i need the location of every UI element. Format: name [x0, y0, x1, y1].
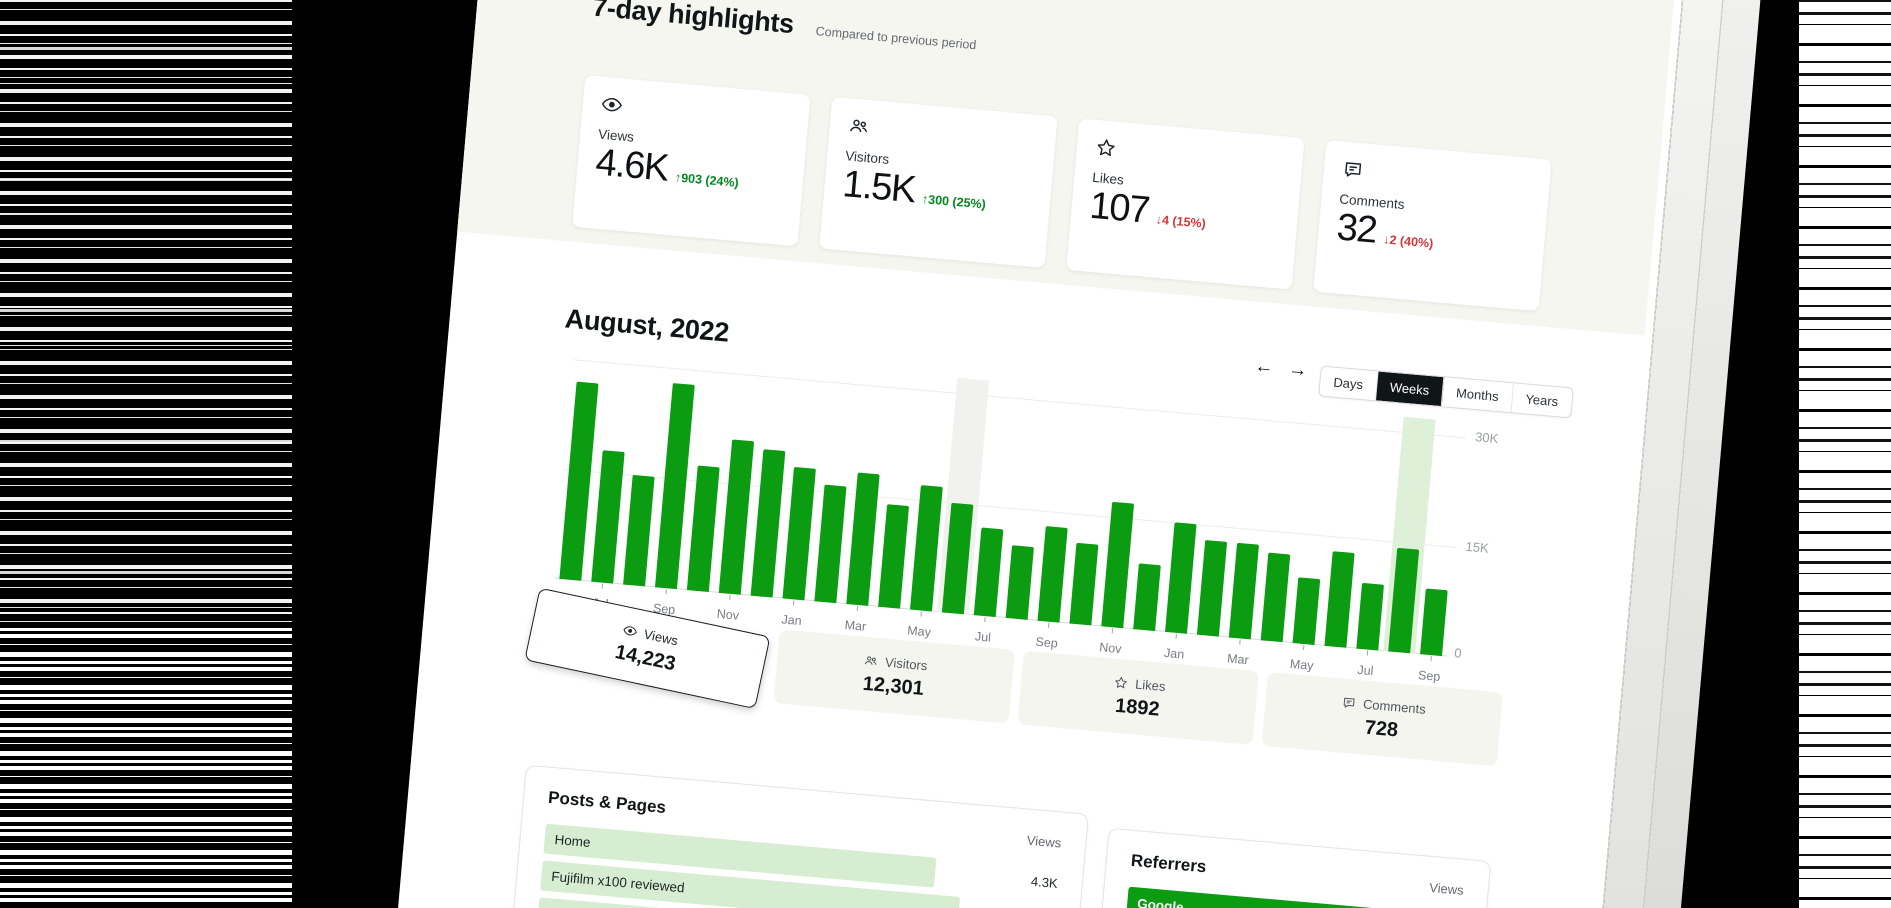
card-value: 107 — [1088, 185, 1150, 232]
x-axis-tick — [1048, 623, 1049, 628]
chevron-up-icon[interactable] — [1207, 903, 1222, 908]
metric-tab-value: 728 — [1364, 716, 1399, 742]
highlight-card-likes: Likes 107↓4 (15%) — [1066, 118, 1304, 289]
card-delta: ↑903 (24%) — [674, 170, 739, 190]
card-value: 32 — [1335, 206, 1378, 251]
card-delta: ↓4 (15%) — [1155, 213, 1206, 231]
people-icon — [863, 652, 879, 668]
posts-pages-title: Posts & Pages — [547, 788, 666, 818]
x-axis-tick — [984, 617, 985, 622]
star-icon — [1094, 136, 1285, 174]
tab-weeks[interactable]: Weeks — [1376, 371, 1445, 406]
x-axis-tick — [1112, 628, 1113, 633]
x-axis-label: Nov — [707, 606, 748, 623]
x-axis-tick — [1303, 645, 1304, 650]
chart-period-heading: August, 2022 — [564, 304, 731, 349]
y-axis-label-15k: 15K — [1465, 539, 1489, 556]
x-axis-tick — [665, 589, 666, 594]
metric-tab-label: Comments — [1362, 696, 1426, 716]
period-tab-group: Days Weeks Months Years — [1318, 365, 1573, 418]
x-axis-tick — [1367, 651, 1368, 656]
people-icon — [847, 114, 1038, 152]
x-axis-label: Mar — [1217, 651, 1258, 668]
metric-tab-label: Likes — [1135, 676, 1167, 694]
prev-period-arrow-icon[interactable]: ← — [1254, 356, 1275, 380]
x-axis-label: Sep — [1409, 667, 1450, 684]
x-axis-label: May — [899, 623, 940, 640]
post-title: Home — [554, 832, 591, 850]
tab-months[interactable]: Months — [1442, 377, 1514, 412]
chart-nav-arrows: ← → — [1254, 356, 1309, 383]
x-axis-tick — [729, 595, 730, 600]
y-axis-label-0: 0 — [1454, 645, 1463, 661]
x-axis-tick — [1175, 634, 1176, 639]
metric-tab-comments[interactable]: Comments 728 — [1261, 672, 1503, 766]
tab-years[interactable]: Years — [1511, 383, 1572, 417]
metric-tab-value: 1892 — [1114, 694, 1160, 721]
x-axis-label: Nov — [1090, 639, 1131, 656]
metric-tab-label: Visitors — [885, 654, 929, 673]
x-axis-tick — [920, 612, 921, 617]
comment-icon — [1341, 158, 1532, 196]
star-icon — [1113, 674, 1129, 690]
x-axis-label: Mar — [835, 617, 876, 634]
eye-icon — [621, 621, 639, 639]
post-views-value: 4.3K — [1030, 874, 1058, 891]
x-axis-tick — [857, 606, 858, 611]
y-axis-label-30k: 30K — [1475, 429, 1499, 446]
card-value: 1.5K — [841, 163, 917, 211]
highlight-card-visitors: Visitors 1.5K↑300 (25%) — [819, 97, 1057, 268]
highlight-card-comments: Comments 32↓2 (40%) — [1313, 140, 1551, 311]
card-value: 4.6K — [594, 142, 670, 190]
eye-icon — [600, 93, 791, 131]
x-axis-label: Sep — [1026, 634, 1067, 651]
card-delta: ↓2 (40%) — [1383, 232, 1434, 250]
metric-tab-value: 12,301 — [862, 672, 925, 700]
comment-icon — [1341, 694, 1357, 710]
screenshot-stage: 7-day highlights Compared to previous pe… — [0, 0, 1891, 908]
stats-page: 7-day highlights Compared to previous pe… — [386, 0, 1684, 908]
metric-tab-label: Views — [643, 626, 680, 648]
referrers-title: Referrers — [1130, 851, 1207, 878]
x-axis-tick — [602, 584, 603, 589]
highlight-card-views: Views 4.6K↑903 (24%) — [572, 75, 810, 246]
posts-pages-card: Posts & Pages Views Home 4.3K Fujifilm x… — [501, 765, 1089, 908]
referrers-views-column-header: Views — [1429, 880, 1465, 898]
card-delta: ↑300 (25%) — [921, 192, 986, 212]
posts-views-column-header: Views — [1026, 833, 1062, 851]
x-axis-label: Jan — [1154, 645, 1195, 662]
right-noise-band — [1799, 0, 1891, 908]
x-axis-tick — [1431, 656, 1432, 661]
referrers-card: Referrers Views Google 6.2K — [1084, 828, 1491, 908]
x-axis-label: Jul — [1345, 662, 1386, 679]
x-axis-tick — [793, 600, 794, 605]
left-noise-band — [0, 0, 348, 908]
x-axis-label: Jul — [962, 628, 1003, 645]
x-axis-label: May — [1281, 656, 1322, 673]
tab-days[interactable]: Days — [1319, 367, 1378, 401]
x-axis-tick — [1239, 639, 1240, 644]
next-period-arrow-icon[interactable]: → — [1287, 359, 1308, 383]
x-axis-label: Jan — [771, 612, 812, 629]
